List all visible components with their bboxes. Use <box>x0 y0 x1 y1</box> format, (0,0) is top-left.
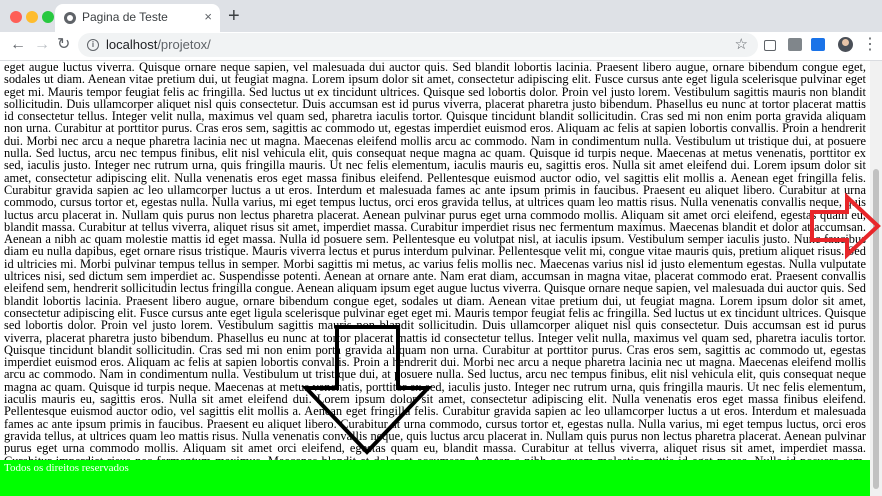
browser-toolbar: ← → ↻ i localhost/projetox/ ☆ ⋮ <box>0 32 882 61</box>
new-tab-button[interactable]: + <box>228 6 240 26</box>
forward-arrow-icon[interactable]: → <box>34 34 50 56</box>
extension-icon[interactable] <box>788 38 802 51</box>
maximize-window-button[interactable] <box>42 11 54 23</box>
page-viewport[interactable]: eget augue luctus viverra. Quisque ornar… <box>0 61 870 496</box>
close-tab-icon[interactable]: × <box>204 9 212 25</box>
menu-dots-icon[interactable]: ⋮ <box>862 35 878 55</box>
url-text[interactable]: localhost/projetox/ <box>106 37 211 52</box>
scrollbar-thumb[interactable] <box>873 169 879 489</box>
browser-titlebar: Pagina de Teste × + <box>0 0 882 32</box>
minimize-window-button[interactable] <box>26 11 38 23</box>
extension-icon[interactable] <box>811 38 825 51</box>
vertical-scrollbar[interactable] <box>870 61 882 496</box>
back-arrow-icon[interactable]: ← <box>10 34 26 56</box>
reload-icon[interactable]: ↻ <box>57 34 70 56</box>
lorem-paragraph: eget augue luctus viverra. Quisque ornar… <box>4 61 866 496</box>
avatar[interactable] <box>838 37 853 52</box>
info-icon[interactable]: i <box>87 39 99 51</box>
url-path: /projetox/ <box>157 37 211 52</box>
star-icon[interactable]: ☆ <box>735 35 748 55</box>
page-footer: Todos os direitos reservados <box>0 460 870 496</box>
browser-tab[interactable]: Pagina de Teste × <box>55 4 220 32</box>
url-host: localhost <box>106 37 158 52</box>
close-window-button[interactable] <box>10 11 22 23</box>
footer-text: Todos os direitos reservados <box>4 462 129 474</box>
address-bar[interactable]: i localhost/projetox/ ☆ <box>78 33 758 57</box>
tab-title: Pagina de Teste <box>82 10 168 24</box>
globe-icon <box>64 12 76 24</box>
extension-icon[interactable] <box>764 40 776 51</box>
